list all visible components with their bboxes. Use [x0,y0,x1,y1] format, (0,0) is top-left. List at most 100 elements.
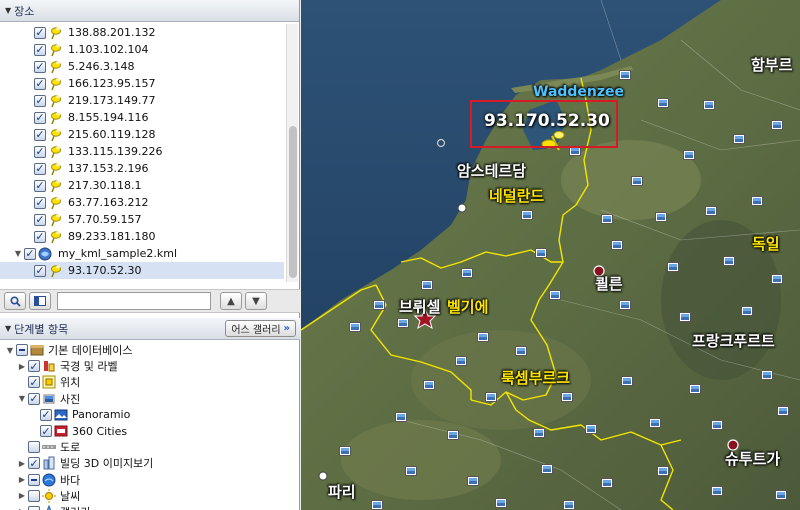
place-item[interactable]: ✓ 8.155.194.116 [0,109,284,126]
layer-item[interactable]: ✓ Panoramio [0,407,300,423]
visibility-checkbox[interactable]: ✓ [34,213,46,226]
photo-marker-icon[interactable] [533,428,545,438]
photo-marker-icon[interactable] [477,332,489,342]
photo-marker-icon[interactable] [733,134,745,144]
visibility-checkbox[interactable]: ✓ [34,111,46,124]
visibility-checkbox[interactable]: ✓ [34,196,46,209]
photo-marker-icon[interactable] [405,466,417,476]
photo-marker-icon[interactable] [619,70,631,80]
layer-item[interactable]: ▶ ✓ 국경 및 라벨 [0,358,300,374]
expand-triangle-icon[interactable]: ▼ [12,249,24,258]
layer-checkbox[interactable]: ✓ [40,425,52,438]
photo-marker-icon[interactable] [705,206,717,216]
visibility-checkbox[interactable]: ✓ [34,77,46,90]
layer-item[interactable]: ▶ 날씨 [0,488,300,504]
visibility-checkbox[interactable]: ✓ [34,26,46,39]
visibility-checkbox[interactable]: ✓ [34,179,46,192]
kml-place-item[interactable]: ✓ 93.170.52.30 [0,262,284,279]
visibility-checkbox[interactable]: ✓ [24,247,36,260]
photo-marker-icon[interactable] [657,98,669,108]
photo-marker-icon[interactable] [563,500,575,510]
layer-checkbox[interactable]: ✓ [28,360,40,373]
photo-marker-icon[interactable] [467,476,479,486]
photo-marker-icon[interactable] [771,274,783,284]
photo-marker-icon[interactable] [541,464,553,474]
visibility-checkbox[interactable]: ✓ [34,60,46,73]
place-item[interactable]: ✓ 89.233.181.180 [0,228,284,245]
photo-marker-icon[interactable] [741,306,753,316]
expand-triangle-icon[interactable]: ▶ [16,459,28,468]
scrollbar-thumb[interactable] [289,126,297,278]
visibility-checkbox[interactable]: ✓ [34,128,46,141]
collapse-triangle-icon[interactable]: ▼ [5,6,11,15]
earth-gallery-button[interactable]: 어스 갤러리 » [225,320,296,337]
photo-marker-icon[interactable] [679,312,691,322]
photo-marker-icon[interactable] [667,262,679,272]
layer-checkbox[interactable]: ✓ [28,392,40,405]
move-down-button[interactable]: ▼ [245,292,267,310]
photo-marker-icon[interactable] [711,420,723,430]
photo-marker-icon[interactable] [395,412,407,422]
photo-marker-icon[interactable] [689,384,701,394]
photo-marker-icon[interactable] [619,300,631,310]
place-item[interactable]: ✓ 1.103.102.104 [0,41,284,58]
kml-place-item[interactable]: ✓ 208.73.210.87 [0,279,284,282]
photo-marker-icon[interactable] [521,210,533,220]
photo-marker-icon[interactable] [655,212,667,222]
photo-marker-icon[interactable] [371,500,383,510]
visibility-checkbox[interactable]: ✓ [34,230,46,243]
photo-marker-icon[interactable] [775,490,787,500]
layer-item[interactable]: ▶ ✓ 빌딩 3D 이미지보기 [0,455,300,471]
place-item[interactable]: ✓ 137.153.2.196 [0,160,284,177]
kml-folder-item[interactable]: ▼ ✓ my_kml_sample2.kml [0,245,284,262]
photo-marker-icon[interactable] [535,248,547,258]
photo-marker-icon[interactable] [631,176,643,186]
photo-marker-icon[interactable] [777,406,789,416]
layer-item[interactable]: ▶ 바다 [0,472,300,488]
layer-checkbox[interactable]: ✓ [40,408,52,421]
expand-triangle-icon[interactable]: ▼ [16,394,28,403]
photo-marker-icon[interactable] [601,214,613,224]
layer-checkbox[interactable] [28,489,40,502]
place-item[interactable]: ✓ 217.30.118.1 [0,177,284,194]
photo-marker-icon[interactable] [703,100,715,110]
expand-triangle-icon[interactable]: ▶ [16,362,28,371]
place-item[interactable]: ✓ 63.77.163.212 [0,194,284,211]
photo-marker-icon[interactable] [611,240,623,250]
visibility-checkbox[interactable]: ✓ [34,281,46,282]
photo-marker-icon[interactable] [349,322,361,332]
visibility-checkbox[interactable]: ✓ [34,43,46,56]
photo-marker-icon[interactable] [339,446,351,456]
photo-marker-icon[interactable] [657,466,669,476]
photo-marker-icon[interactable] [585,424,597,434]
photo-marker-icon[interactable] [373,300,385,310]
expand-triangle-icon[interactable]: ▶ [16,491,28,500]
layer-checkbox[interactable] [28,505,40,510]
photo-marker-icon[interactable] [515,346,527,356]
place-item[interactable]: ✓ 138.88.201.132 [0,24,284,41]
photo-marker-icon[interactable] [495,498,507,508]
visibility-checkbox[interactable]: ✓ [34,264,46,277]
layer-checkbox[interactable] [28,441,40,454]
photo-marker-icon[interactable] [723,256,735,266]
map-view[interactable]: Waddenzee 함부르 암스테르담 네덜란드 독일 쾰른 브뤼셀 벨기에 룩… [301,0,800,510]
visibility-checkbox[interactable]: ✓ [34,94,46,107]
place-item[interactable]: ✓ 219.173.149.77 [0,92,284,109]
place-item[interactable]: ✓ 215.60.119.128 [0,126,284,143]
layers-panel-header[interactable]: ▼ 단계별 항목 어스 갤러리 » [0,318,300,340]
layer-item[interactable]: ▼ ✓ 사진 [0,391,300,407]
photo-marker-icon[interactable] [711,486,723,496]
photo-marker-icon[interactable] [561,392,573,402]
photo-marker-icon[interactable] [751,196,763,206]
expand-triangle-icon[interactable]: ▼ [4,346,16,355]
photo-marker-icon[interactable] [455,356,467,366]
photo-marker-icon[interactable] [549,290,561,300]
placemark-callout-label[interactable]: 93.170.52.30 [484,111,610,131]
expand-triangle-icon[interactable]: ▶ [16,475,28,484]
move-up-button[interactable]: ▲ [220,292,242,310]
place-item[interactable]: ✓ 133.115.139.226 [0,143,284,160]
layer-item[interactable]: 도로 [0,439,300,455]
place-item[interactable]: ✓ 166.123.95.157 [0,75,284,92]
layer-checkbox[interactable]: ✓ [28,457,40,470]
places-panel-header[interactable]: ▼ 장소 [0,0,299,22]
